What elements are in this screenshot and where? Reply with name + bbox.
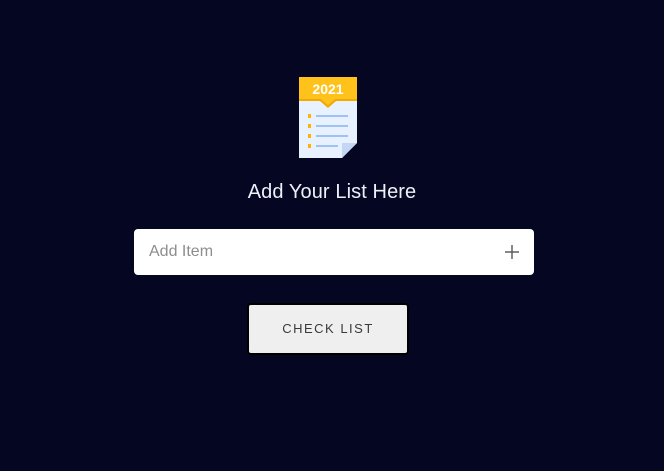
add-item-button[interactable] [500,240,524,264]
add-item-field [134,229,534,275]
plus-icon [505,245,519,259]
check-list-button[interactable]: CHECK LIST [247,303,409,355]
page-title: Add Your List Here [247,181,417,203]
add-item-input[interactable] [134,229,494,275]
calendar-list-icon: 2021 [299,77,357,158]
logo-year: 2021 [312,81,343,97]
app-root: 2021 Add Your List Here CHECK LIST [0,0,664,471]
